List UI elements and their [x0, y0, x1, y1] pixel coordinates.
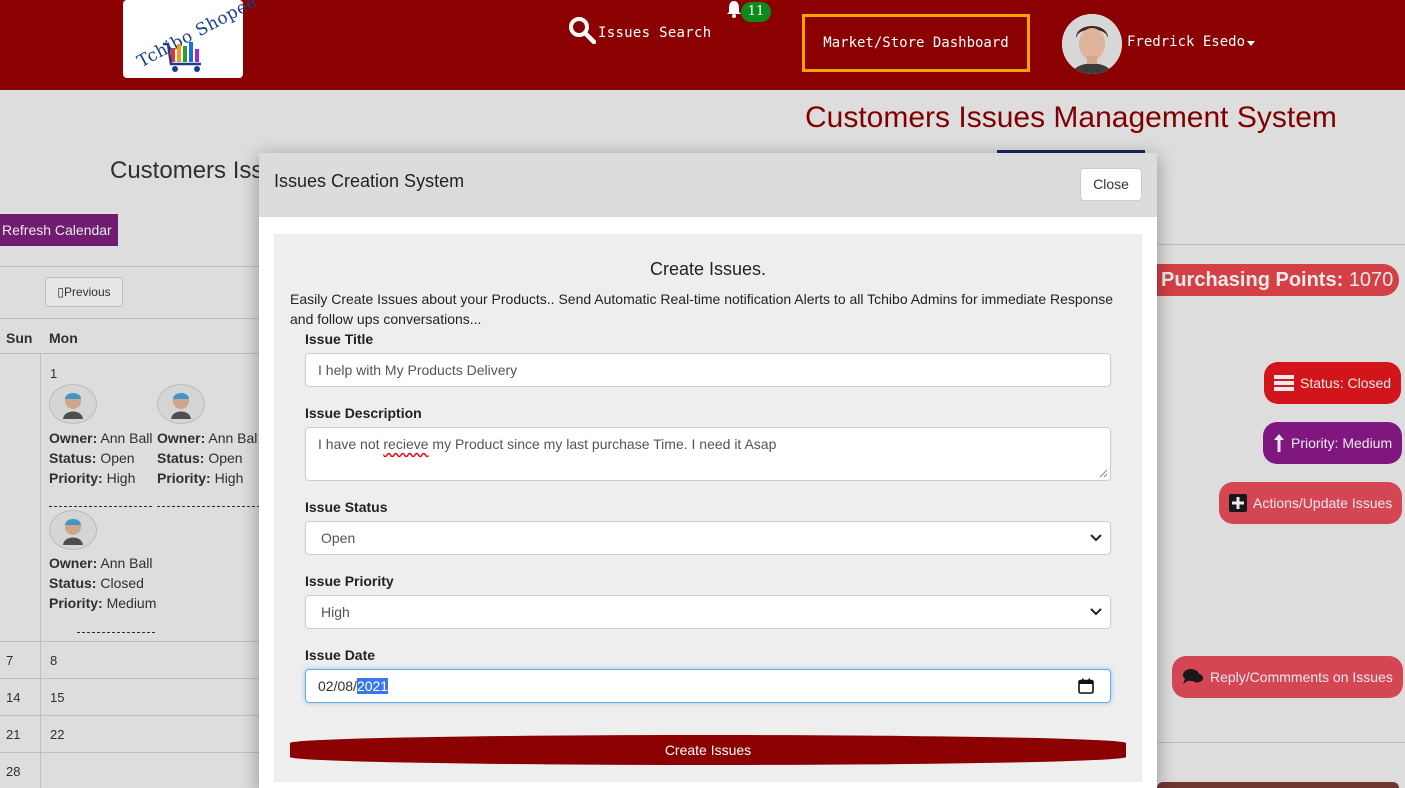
chevron-down-icon — [1090, 534, 1102, 542]
create-issue-form: Create Issues. Easily Create Issues abou… — [274, 234, 1142, 782]
close-button[interactable]: Close — [1080, 168, 1142, 201]
description-text: my Product since my last purchase Time. … — [428, 436, 777, 452]
modal-title: Issues Creation System — [274, 171, 465, 191]
top-navbar: Tchibo Shopee Issues Search 11 Market/St… — [0, 0, 1405, 90]
date-value: 02/08/ — [318, 678, 357, 694]
issue-priority-select[interactable]: High — [305, 595, 1111, 629]
issues-search-label: Issues Search — [598, 25, 712, 41]
description-text: I have not — [318, 436, 384, 452]
form-intro: Easily Create Issues about your Products… — [290, 291, 1114, 327]
date-year-selected: 2021 — [356, 678, 389, 694]
issues-search-link[interactable]: Issues Search — [568, 16, 711, 44]
search-icon — [569, 17, 596, 44]
issue-description-textarea[interactable]: I have not recieve my Product since my l… — [305, 427, 1111, 481]
user-photo — [1062, 14, 1122, 74]
shopping-cart-icon — [163, 42, 201, 72]
issue-date-label: Issue Date — [305, 647, 376, 663]
create-issues-button[interactable]: Create Issues — [290, 735, 1126, 765]
user-avatar[interactable] — [1062, 14, 1122, 74]
issue-status-value: Open — [321, 530, 356, 546]
modal-header: Issues Creation System Close — [259, 153, 1157, 217]
issues-creation-modal: Issues Creation System Close Create Issu… — [259, 153, 1157, 788]
user-name[interactable]: Fredrick Esedo — [1127, 34, 1245, 50]
issue-priority-label: Issue Priority — [305, 573, 394, 589]
issue-title-input[interactable]: I help with My Products Delivery — [305, 353, 1111, 387]
calendar-icon[interactable] — [1078, 678, 1094, 694]
brand-logo[interactable]: Tchibo Shopee — [123, 0, 261, 78]
issue-title-label: Issue Title — [305, 331, 374, 347]
misspelled-word: recieve — [383, 436, 429, 452]
market-store-dashboard-button[interactable]: Market/Store Dashboard — [802, 14, 1030, 72]
resize-handle-icon[interactable] — [1098, 468, 1108, 478]
form-heading: Create Issues. — [649, 259, 767, 279]
issue-priority-value: High — [321, 604, 350, 620]
notification-count-badge[interactable]: 11 — [741, 2, 771, 22]
chevron-down-icon — [1090, 608, 1102, 616]
issue-date-input[interactable]: 02/08/2021 — [305, 669, 1111, 703]
chevron-down-icon[interactable] — [1247, 41, 1255, 46]
issue-status-select[interactable]: Open — [305, 521, 1111, 555]
issue-status-label: Issue Status — [305, 499, 388, 515]
issue-description-label: Issue Description — [305, 405, 422, 421]
